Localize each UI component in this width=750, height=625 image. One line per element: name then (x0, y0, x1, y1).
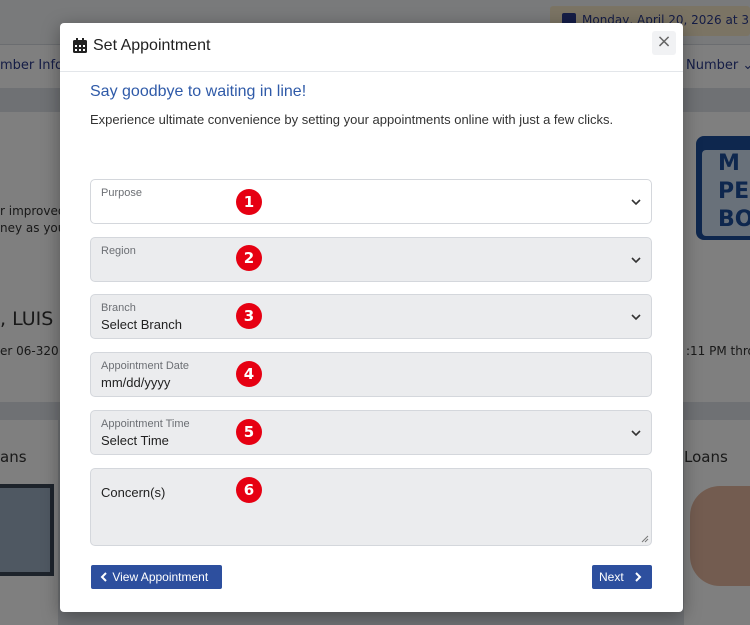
step-badge-2: 2 (236, 245, 262, 271)
set-appointment-modal: Set Appointment × Say goodbye to waiting… (60, 23, 683, 612)
modal-title: Set Appointment (93, 37, 211, 54)
concerns-label: Concern(s) (101, 485, 166, 500)
next-button[interactable]: Next (592, 565, 652, 589)
purpose-select[interactable]: Purpose (90, 179, 652, 224)
chevron-down-icon (631, 430, 641, 437)
concerns-textarea[interactable]: Concern(s) (90, 468, 652, 546)
region-label: Region (101, 245, 136, 257)
step-badge-3: 3 (236, 303, 262, 329)
chevron-down-icon (631, 199, 641, 206)
chevron-down-icon (631, 314, 641, 321)
appointment-time-label: Appointment Time (101, 418, 190, 430)
branch-select[interactable]: Branch Select Branch (90, 294, 652, 339)
appointment-date-input[interactable]: Appointment Date mm/dd/yyyy (90, 352, 652, 397)
chevron-left-icon (100, 572, 107, 582)
appointment-time-select[interactable]: Appointment Time Select Time (90, 410, 652, 455)
step-badge-6: 6 (236, 477, 262, 503)
step-badge-4: 4 (236, 361, 262, 387)
chevron-right-icon (635, 572, 642, 582)
view-appointment-label: View Appointment (112, 570, 209, 584)
purpose-label: Purpose (101, 187, 142, 199)
modal-header: Set Appointment × (60, 23, 683, 72)
resize-grip-icon[interactable] (641, 535, 649, 543)
appointment-time-value: Select Time (101, 433, 169, 448)
appointment-date-label: Appointment Date (101, 360, 190, 372)
step-badge-1: 1 (236, 189, 262, 215)
branch-value: Select Branch (101, 317, 182, 332)
chevron-down-icon (631, 257, 641, 264)
appointment-date-value: mm/dd/yyyy (101, 375, 171, 390)
view-appointment-button[interactable]: View Appointment (91, 565, 222, 589)
close-button[interactable]: × (652, 31, 676, 55)
next-label: Next (599, 570, 624, 584)
tagline: Say goodbye to waiting in line! (90, 83, 307, 100)
step-badge-5: 5 (236, 419, 262, 445)
calendar-icon (73, 38, 87, 53)
region-select[interactable]: Region (90, 237, 652, 282)
branch-label: Branch (101, 302, 136, 314)
description: Experience ultimate convenience by setti… (90, 112, 614, 127)
